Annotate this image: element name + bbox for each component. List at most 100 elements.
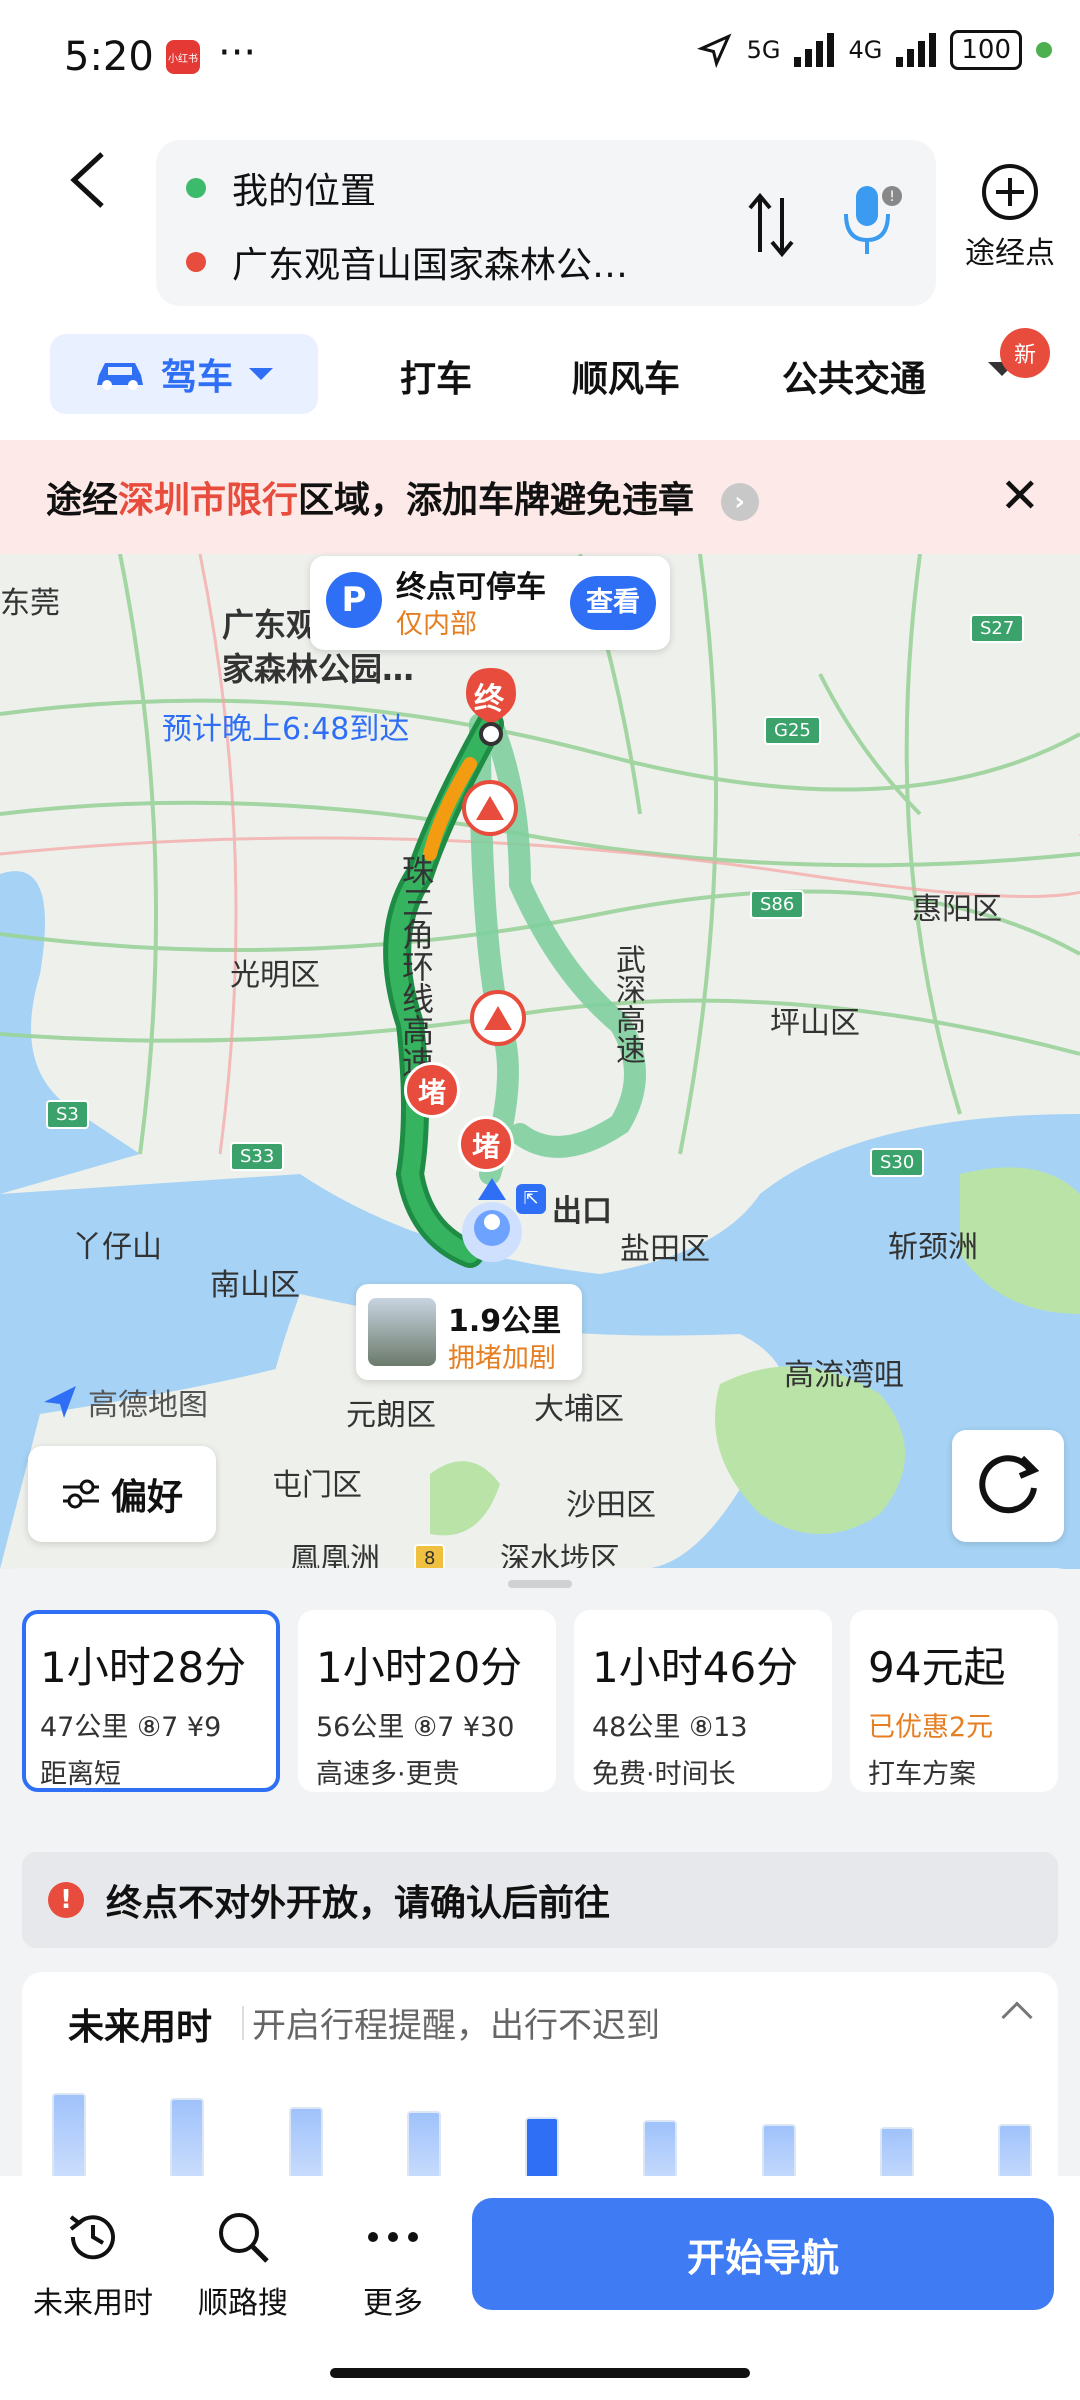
notice-text: 终点不对外开放，请确认后前往 [106,1883,611,1924]
refresh-button[interactable] [952,1430,1064,1542]
place-yuenlong: 元朗区 [346,1398,436,1433]
road-name-right: 武深高速 [610,944,645,1064]
parking-icon: P [326,572,382,628]
signal-5g-icon [794,33,835,67]
future-time-title: 未来用时 [68,2007,213,2048]
place-tuenmun: 屯门区 [272,1468,362,1503]
eta-label: 预计晚上6:48到达 [162,712,410,747]
place-dongguan: 东莞 [0,586,60,621]
route-info: 56公里 ⑧7 ¥30 [316,1712,515,1743]
origin-text: 我的位置 [232,171,377,212]
route-info: 47公里 ⑧7 ¥9 [40,1712,222,1743]
highway-shield: S3 [46,1100,89,1129]
transport-tabs: 驾车 打车 顺风车 公共交通 [0,334,1080,424]
place-fenghuangzhou: 鳳凰洲 [290,1542,380,1569]
voice-mic-icon[interactable]: ! [836,180,906,260]
more-button[interactable]: 更多 [318,2202,468,2322]
status-bar: 5:20 小红书 ··· 5G 4G 100 [0,0,1080,120]
add-waypoint-button[interactable]: 途经点 [950,164,1070,272]
traffic-card[interactable]: 1.9公里 拥堵加剧 [356,1284,582,1380]
preference-button[interactable]: 偏好 [28,1446,216,1542]
start-navigation-button[interactable]: 开始导航 [472,2198,1054,2310]
highway-shield: 8 [414,1544,446,1569]
road-name-left: 珠三角环线高速 [397,854,435,1078]
destination-notice: ! 终点不对外开放，请确认后前往 [22,1852,1058,1948]
tab-taxi[interactable]: 打车 [400,350,472,402]
destination-name-line2: 家森林公园… [222,650,415,688]
destination-name-line1: 广东观 [222,606,319,644]
traffic-thumbnail [368,1298,436,1366]
place-gaoliuwanju: 高流湾咀 [784,1358,904,1393]
place-pingshan: 坪山区 [770,1006,860,1041]
parking-title: 终点可停车 [396,570,546,605]
highway-shield: G25 [764,716,821,745]
taxi-label: 打车方案 [868,1759,976,1790]
amap-logo-icon [44,1386,76,1418]
construction-icon[interactable] [462,780,518,836]
route-option[interactable]: 1小时46分 48公里 ⑧13 免费·时间长 [574,1610,832,1792]
traffic-status: 拥堵加剧 [448,1343,556,1374]
jam-marker[interactable]: 堵 [404,1062,460,1118]
construction-icon[interactable] [470,990,526,1046]
chevron-up-icon[interactable] [1001,2001,1033,2033]
tab-transit[interactable]: 公共交通 [782,350,926,402]
origin-dot-icon [186,178,206,198]
privacy-indicator-icon [1036,42,1052,58]
destination-field[interactable]: 广东观音山国家森林公… [186,236,628,288]
banner-suffix: 区域，添加车牌避免违章 [298,480,695,521]
tab-drive[interactable]: 驾车 [50,334,318,414]
future-time-button[interactable]: 未来用时 [18,2202,168,2322]
status-time: 5:20 [64,34,154,80]
future-time-label: 未来用时 [33,2286,153,2321]
along-search-button[interactable]: 顺路搜 [168,2202,318,2322]
traffic-distance: 1.9公里 [448,1304,562,1339]
sheet-handle[interactable] [508,1580,572,1588]
chevron-right-icon: › [720,483,759,521]
exit-icon: ⇱ [516,1184,546,1214]
parking-subtitle: 仅内部 [396,609,477,640]
route-duration: 1小时20分 [316,1643,523,1692]
status-icons: 5G 4G 100 [696,30,1052,70]
clock-history-icon [69,2215,115,2260]
parking-popover[interactable]: P 终点可停车 仅内部 查看 [310,556,670,650]
route-option[interactable]: 1小时28分 47公里 ⑧7 ¥9 距离短 [22,1610,280,1792]
bottom-nav: 未来用时 顺路搜 更多 开始导航 [0,2176,1080,2400]
jam-marker[interactable]: 堵 [458,1116,514,1172]
parking-view-button[interactable]: 查看 [570,576,656,630]
status-more-icon: ··· [218,30,257,76]
tab-drive-label: 驾车 [160,357,233,398]
destination-marker[interactable]: 终 [460,664,522,746]
refresh-icon [979,1455,1040,1514]
swap-icon[interactable] [746,190,796,260]
banner-prefix: 途经 [46,480,119,521]
route-input-box: 我的位置 广东观音山国家森林公… ! [156,140,936,306]
battery-icon: 100 [950,30,1022,70]
taxi-price: 94元起 [868,1643,1006,1692]
place-nanshan: 南山区 [210,1268,300,1303]
car-icon [96,363,143,390]
destination-dot-icon [186,252,206,272]
place-shatin: 沙田区 [566,1488,656,1523]
route-tag: 高速多·更贵 [316,1759,460,1790]
future-time-subtitle: 开启行程提醒，出行不迟到 [252,2006,660,2046]
route-option[interactable]: 1小时20分 56公里 ⑧7 ¥30 高速多·更贵 [298,1610,556,1792]
place-guangming: 光明区 [230,958,320,993]
restriction-banner[interactable]: 途经深圳市限行区域，添加车牌避免违章 › ✕ [0,440,1080,554]
place-yantian: 盐田区 [620,1232,710,1267]
route-tag: 距离短 [40,1759,121,1790]
close-icon[interactable]: ✕ [1000,468,1040,524]
xiaohongshu-app-icon: 小红书 [166,40,200,74]
home-indicator[interactable] [330,2368,750,2378]
highway-shield: S27 [970,614,1025,643]
origin-field[interactable]: 我的位置 [186,162,376,214]
more-dots-icon [368,2232,418,2242]
taxi-option[interactable]: 94元起 已优惠2元 打车方案 [850,1610,1058,1792]
highway-shield: S86 [750,890,805,919]
highway-shield: S30 [870,1148,925,1177]
waypoint-label: 途经点 [965,236,1055,271]
back-arrow-icon[interactable] [64,150,114,210]
exit-label: 出口 [552,1194,612,1229]
route-tag: 免费·时间长 [592,1759,736,1790]
tab-carpool[interactable]: 顺风车 [572,350,680,402]
banner-highlight: 深圳市限行 [118,480,299,521]
